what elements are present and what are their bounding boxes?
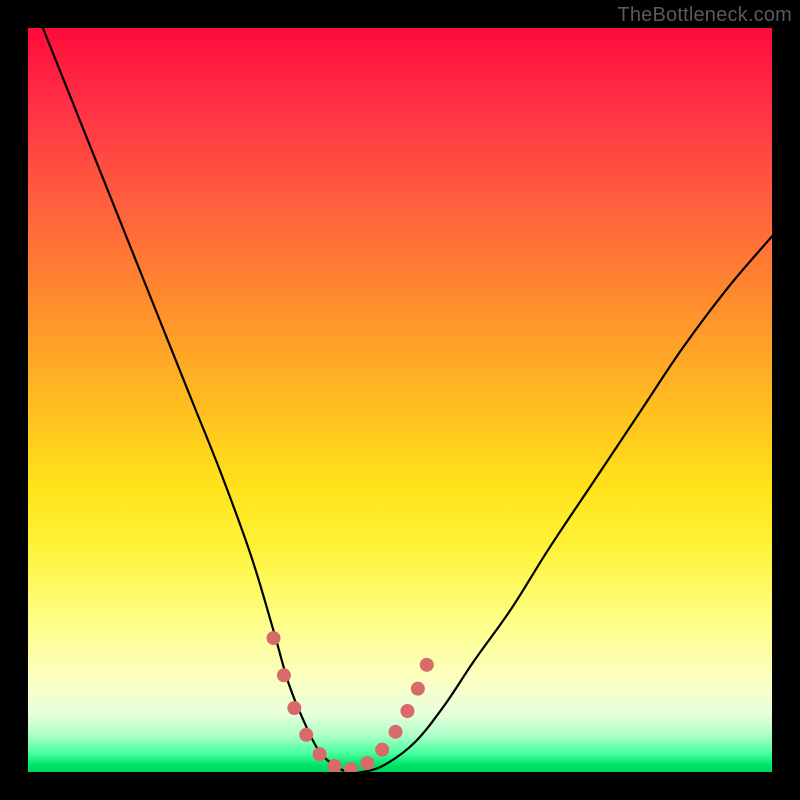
highlight-marker bbox=[277, 668, 291, 682]
highlight-marker bbox=[267, 631, 281, 645]
curve-svg bbox=[28, 28, 772, 772]
highlight-marker bbox=[389, 725, 403, 739]
bottleneck-curve bbox=[43, 28, 772, 772]
highlight-marker bbox=[287, 701, 301, 715]
watermark-text: TheBottleneck.com bbox=[617, 4, 792, 27]
highlight-marker bbox=[375, 743, 389, 757]
plot-area bbox=[28, 28, 772, 772]
chart-frame: TheBottleneck.com bbox=[0, 0, 800, 800]
highlight-marker bbox=[299, 728, 313, 742]
highlight-marker bbox=[313, 747, 327, 761]
highlight-markers bbox=[267, 631, 434, 772]
highlight-marker bbox=[400, 704, 414, 718]
highlight-marker bbox=[360, 756, 374, 770]
highlight-marker bbox=[344, 762, 358, 772]
highlight-marker bbox=[420, 658, 434, 672]
highlight-marker bbox=[411, 682, 425, 696]
